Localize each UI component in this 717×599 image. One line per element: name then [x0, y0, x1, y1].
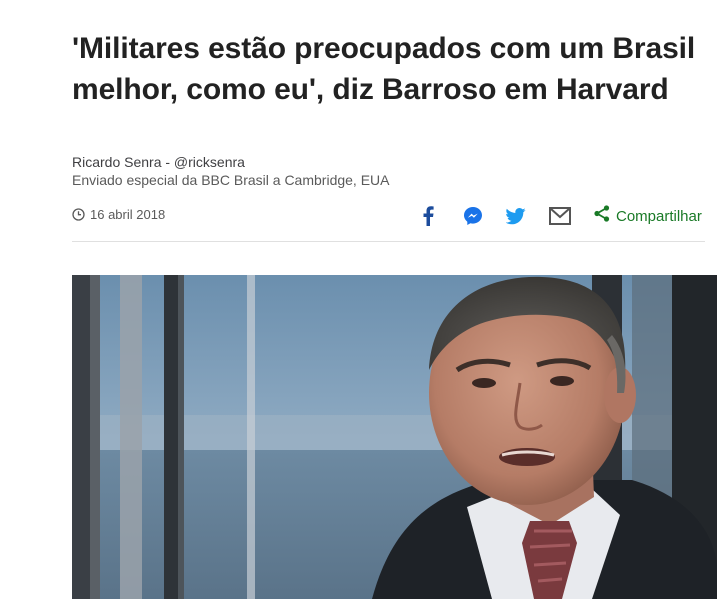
divider [72, 241, 705, 242]
author-role: Enviado especial da BBC Brasil a Cambrid… [72, 172, 390, 188]
share-email-button[interactable] [548, 204, 572, 228]
twitter-icon [506, 207, 526, 225]
article-hero-image [72, 275, 717, 599]
date-text: 16 abril 2018 [90, 207, 166, 222]
byline: Ricardo Senra - @ricksenra Enviado espec… [72, 153, 672, 189]
email-icon [549, 207, 571, 225]
share-facebook-button[interactable] [416, 204, 440, 228]
meta-row: 16 abril 2018 Compartilhar [72, 201, 707, 231]
share-messenger-button[interactable] [461, 204, 485, 228]
share-icon [594, 205, 610, 227]
author-name: Ricardo Senra - @ricksenra [72, 154, 245, 170]
share-twitter-button[interactable] [504, 204, 528, 228]
facebook-icon [422, 206, 434, 226]
clock-icon [72, 208, 85, 221]
article-headline: 'Militares estão preocupados com um Bras… [72, 32, 696, 106]
messenger-icon [463, 206, 483, 226]
share-more-button[interactable]: Compartilhar [594, 205, 702, 227]
article-page: 'Militares estão preocupados com um Bras… [0, 0, 717, 599]
share-label: Compartilhar [616, 207, 702, 225]
publish-date: 16 abril 2018 [72, 207, 165, 222]
